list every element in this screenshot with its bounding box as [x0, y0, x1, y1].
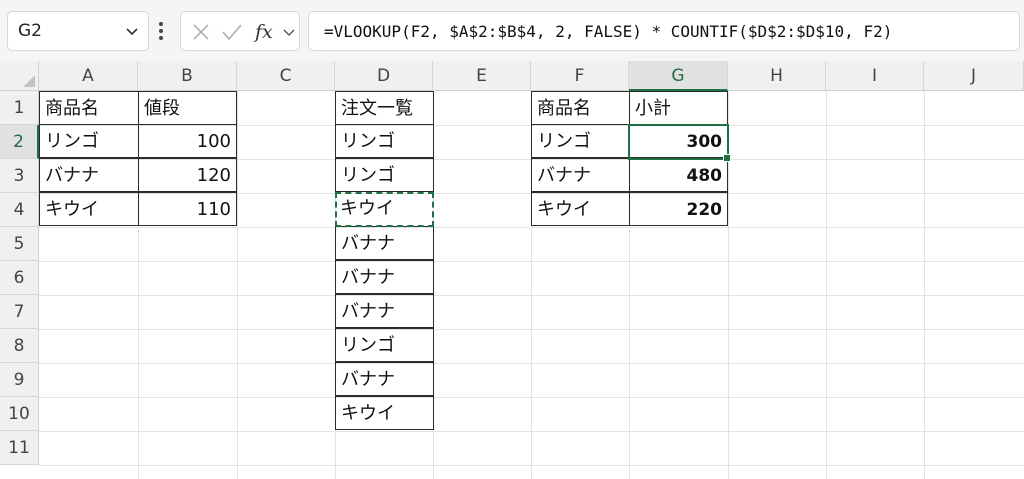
formula-bar: G2 fx =VLOOKUP(F2, $A$2:$B$4, 2, FALSE) … [0, 0, 1024, 64]
chevron-down-icon[interactable] [126, 25, 138, 37]
column-header-f[interactable]: F [531, 61, 629, 91]
cell-b3[interactable]: 120 [138, 158, 237, 192]
cell-a2[interactable]: リンゴ [39, 124, 139, 158]
cell-f1[interactable]: 商品名 [531, 91, 630, 125]
formula-text: =VLOOKUP(F2, $A$2:$B$4, 2, FALSE) * COUN… [324, 22, 893, 41]
column-header-b[interactable]: B [138, 61, 237, 91]
cell-a3[interactable]: バナナ [39, 158, 139, 192]
copy-range-marquee [335, 192, 434, 227]
check-icon[interactable] [221, 22, 243, 42]
row-header-9[interactable]: 9 [0, 363, 39, 397]
row-header-1[interactable]: 1 [0, 91, 39, 125]
column-header-g[interactable]: G [629, 61, 728, 91]
cell-d7[interactable]: バナナ [335, 294, 434, 328]
fx-icon[interactable]: fx [253, 20, 279, 44]
name-box[interactable]: G2 [7, 11, 149, 51]
row-header-3[interactable]: 3 [0, 159, 39, 193]
cell-a1[interactable]: 商品名 [39, 91, 139, 125]
row-header-10[interactable]: 10 [0, 397, 39, 431]
fill-handle[interactable] [723, 154, 731, 162]
column-header-h[interactable]: H [728, 61, 826, 91]
cell-d5[interactable]: バナナ [335, 226, 434, 260]
cell-f4[interactable]: キウイ [531, 192, 630, 226]
cell-g3[interactable]: 480 [629, 158, 728, 192]
cell-g4[interactable]: 220 [629, 192, 728, 226]
cell-g1[interactable]: 小計 [629, 91, 728, 125]
vertical-dots-icon[interactable] [158, 20, 164, 42]
row-header-11[interactable]: 11 [0, 431, 39, 465]
cell-d9[interactable]: バナナ [335, 362, 434, 396]
cell-b1[interactable]: 値段 [138, 91, 237, 125]
column-header-i[interactable]: I [826, 61, 924, 91]
cell-d3[interactable]: リンゴ [335, 158, 434, 192]
row-header-2[interactable]: 2 [0, 125, 39, 159]
row-header-5[interactable]: 5 [0, 227, 39, 261]
cell-d1[interactable]: 注文一覧 [335, 91, 434, 125]
svg-text:fx: fx [253, 21, 273, 43]
column-header-d[interactable]: D [335, 61, 433, 91]
column-header-j[interactable]: J [924, 61, 1024, 91]
column-header-c[interactable]: C [237, 61, 335, 91]
column-header-a[interactable]: A [39, 61, 138, 91]
row-header-8[interactable]: 8 [0, 329, 39, 363]
cell-d6[interactable]: バナナ [335, 260, 434, 294]
cell-d8[interactable]: リンゴ [335, 328, 434, 362]
cell-a4[interactable]: キウイ [39, 192, 139, 226]
formula-input[interactable]: =VLOOKUP(F2, $A$2:$B$4, 2, FALSE) * COUN… [308, 11, 1020, 51]
worksheet-grid: A B C D E F G H I J 1 2 3 4 5 6 7 8 9 10… [0, 61, 1024, 479]
cell-f2[interactable]: リンゴ [531, 124, 630, 158]
row-header-7[interactable]: 7 [0, 295, 39, 329]
row-header-6[interactable]: 6 [0, 261, 39, 295]
formula-controls: fx [180, 11, 300, 51]
x-icon[interactable] [191, 22, 211, 42]
select-all-corner[interactable] [0, 61, 39, 91]
active-cell-cursor[interactable] [628, 124, 731, 162]
name-box-value: G2 [18, 21, 42, 41]
cell-b4[interactable]: 110 [138, 192, 237, 226]
chevron-down-icon[interactable] [283, 26, 295, 38]
cell-d2[interactable]: リンゴ [335, 124, 434, 158]
row-header-4[interactable]: 4 [0, 193, 39, 227]
cell-f3[interactable]: バナナ [531, 158, 630, 192]
cell-d10[interactable]: キウイ [335, 396, 434, 430]
cell-b2[interactable]: 100 [138, 124, 237, 158]
column-header-e[interactable]: E [433, 61, 531, 91]
